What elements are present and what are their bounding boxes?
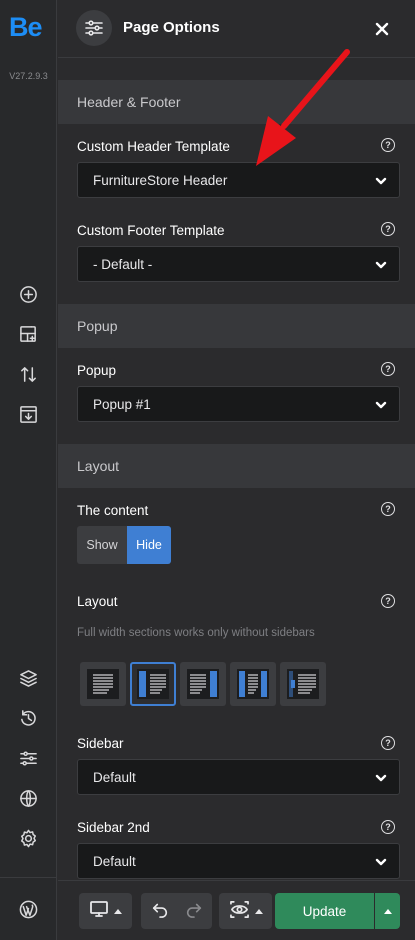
preview-button[interactable] [219,893,272,929]
custom-header-select[interactable]: FurnitureStore Header [77,162,400,198]
help-icon[interactable]: ? [381,736,395,750]
layout-option-no-sidebar[interactable] [80,662,126,706]
layers-icon[interactable] [18,668,39,689]
close-icon[interactable] [371,18,393,40]
sidebar-select[interactable]: Default [77,759,400,795]
section-popup[interactable]: Popup [58,304,415,348]
page-options-panel: Page Options Header & Footer Custom Head… [58,0,415,940]
layout-option-left-sidebar[interactable] [130,662,176,706]
chevron-down-icon [374,258,388,272]
redo-icon[interactable] [185,900,203,922]
version-label: V27.2.9.3 [9,71,48,81]
rail-divider [0,877,57,878]
help-icon[interactable]: ? [381,594,395,608]
device-preview-button[interactable] [79,893,132,929]
layout-option-both-sidebars[interactable] [230,662,276,706]
popup-select[interactable]: Popup #1 [77,386,400,422]
sidebar2-label: Sidebar 2nd [77,820,150,835]
sidebar-value: Default [93,769,136,785]
undo-icon[interactable] [151,900,169,922]
chevron-down-icon [374,174,388,188]
update-options-button[interactable] [375,893,400,929]
options-icon[interactable] [18,748,39,769]
content-show-option[interactable]: Show [77,526,127,564]
custom-footer-select[interactable]: - Default - [77,246,400,282]
help-icon[interactable]: ? [381,820,395,834]
caret-up-icon [254,908,263,914]
sort-icon[interactable] [18,364,39,385]
panel-title: Page Options [123,19,220,36]
panel-header: Page Options [58,0,415,58]
custom-footer-label: Custom Footer Template [77,223,225,238]
popup-label: Popup [77,363,117,378]
eye-icon [229,900,250,923]
popup-value: Popup #1 [93,396,151,412]
left-rail: Be V27.2.9.3 [0,0,57,940]
layout-option-right-sidebar[interactable] [180,662,226,706]
section-header-footer[interactable]: Header & Footer [58,80,415,124]
add-section-icon[interactable] [18,324,39,345]
help-icon[interactable]: ? [381,502,395,516]
undo-redo-group [141,893,212,929]
help-icon[interactable]: ? [381,362,395,376]
wordpress-icon[interactable] [18,899,39,920]
layout-option-offcanvas-sidebar[interactable] [280,662,326,706]
sidebar2-value: Default [93,853,136,869]
custom-header-label: Custom Header Template [77,139,230,154]
section-layout[interactable]: Layout [58,444,415,488]
globe-icon[interactable] [18,788,39,809]
logo[interactable]: Be [9,12,43,43]
caret-up-icon [114,908,122,914]
plus-circle-icon[interactable] [18,284,39,305]
import-icon[interactable] [18,404,39,425]
sidebar2-select[interactable]: Default [77,843,400,879]
chevron-down-icon [374,771,388,785]
custom-footer-value: - Default - [93,256,153,272]
layout-hint: Full width sections works only without s… [77,627,315,639]
chevron-down-icon [374,855,388,869]
sliders-icon [76,10,112,46]
history-icon[interactable] [18,708,39,729]
settings-icon[interactable] [18,828,39,849]
custom-header-value: FurnitureStore Header [93,172,228,188]
bottom-toolbar: Update [58,880,415,940]
monitor-icon [89,899,109,923]
chevron-down-icon [374,398,388,412]
sidebar-label: Sidebar [77,736,124,751]
content-label: The content [77,503,149,518]
content-toggle: Show Hide [77,526,171,564]
caret-up-icon [383,908,392,914]
content-hide-option[interactable]: Hide [127,526,171,564]
help-icon[interactable]: ? [381,222,395,236]
update-button[interactable]: Update [275,893,374,929]
layout-label: Layout [77,594,118,609]
help-icon[interactable]: ? [381,138,395,152]
